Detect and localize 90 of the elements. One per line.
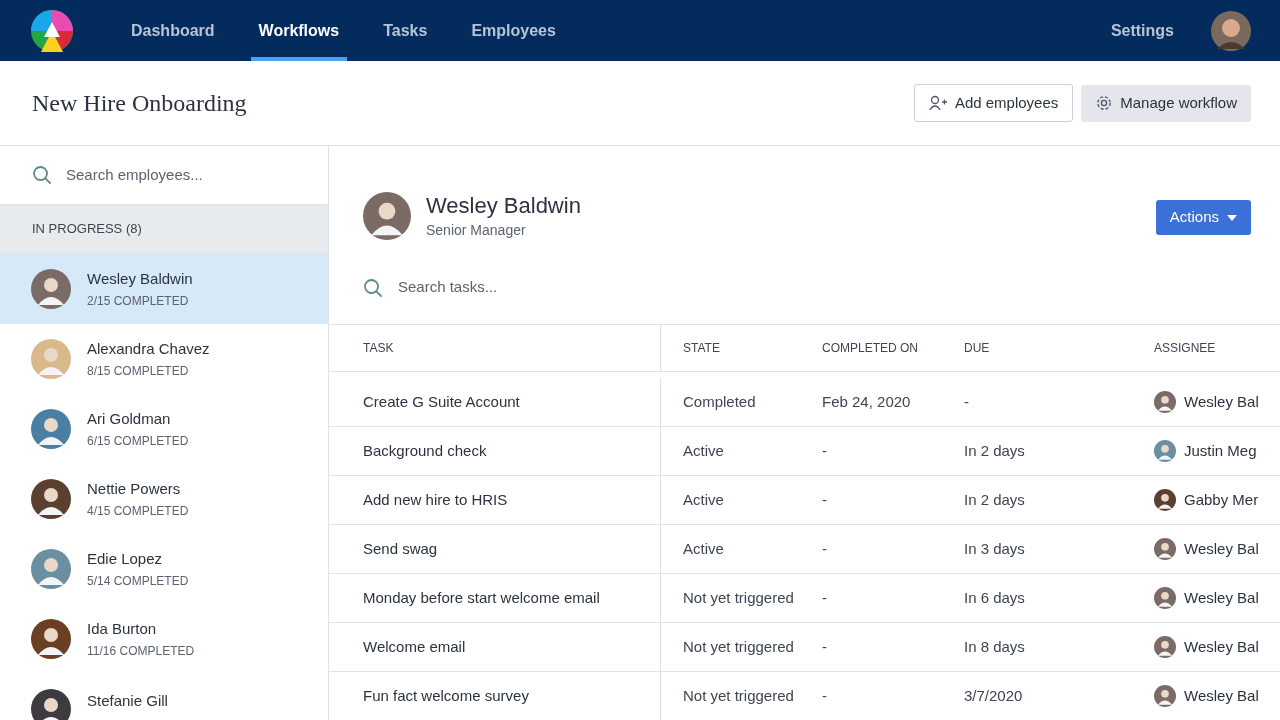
table-cell-text: Active (683, 440, 724, 461)
avatar-icon (1154, 587, 1176, 609)
progress-text: 5/14 COMPLETED (87, 573, 189, 591)
table-cell-text: Create G Suite Account (363, 391, 520, 412)
employee-name: Alexandra Chavez (87, 338, 210, 359)
employee-name: Wesley Baldwin (426, 192, 581, 220)
table-cell-text: Add new hire to HRIS (363, 489, 508, 510)
progress-text: 6/15 COMPLETED (87, 433, 189, 451)
assignee-name: Wesley Bal (1184, 685, 1259, 706)
avatar-icon (31, 479, 71, 519)
avatar-icon (1154, 685, 1176, 707)
avatar-icon (363, 192, 411, 240)
avatar-icon (1154, 440, 1176, 462)
column-header: TASK (363, 340, 394, 357)
table-cell-text: In 2 days (964, 489, 1025, 510)
manage-workflow-button[interactable]: Manage workflow (1081, 84, 1251, 122)
avatar-icon (31, 409, 71, 449)
employee-name: Wesley Baldwin (87, 268, 193, 289)
table-cell-text: Not yet triggered (683, 587, 794, 608)
table-cell-text: - (822, 489, 827, 510)
table-cell-text: - (822, 538, 827, 559)
employee-role: Senior Manager (426, 221, 527, 240)
settings-link[interactable]: Settings (1110, 18, 1174, 43)
avatar-icon (1154, 489, 1176, 511)
progress-text: 2/15 COMPLETED (87, 293, 190, 311)
assignee-name: Wesley Bal (1184, 538, 1259, 559)
table-cell-text: Monday before start welcome email (363, 587, 600, 608)
user-avatar-icon[interactable] (1211, 10, 1251, 51)
employee-name: Edie Lopez (87, 548, 164, 569)
employee-name: Stefanie Gill (87, 690, 168, 711)
avatar-icon (1154, 391, 1176, 413)
employee-name: Ari Goldman (87, 408, 172, 429)
search-icon (363, 277, 383, 298)
employee-search-field[interactable]: Search employees... (66, 163, 306, 187)
avatar-icon (1154, 636, 1176, 658)
progress-text: 8/15 COMPLETED (87, 363, 190, 381)
progress-text: 4/15 COMPLETED (87, 503, 189, 521)
table-cell-text: Not yet triggered (683, 636, 794, 657)
nav-tab[interactable]: Employees (463, 0, 564, 61)
avatar-icon (31, 689, 71, 720)
actions-button[interactable]: Actions (1155, 200, 1251, 235)
task-search-field[interactable]: Search tasks... (398, 276, 698, 299)
assignee-name: Wesley Bal (1184, 391, 1259, 412)
avatar-icon (31, 549, 71, 589)
page-title: New Hire Onboarding (32, 89, 247, 118)
avatar-icon (31, 269, 71, 309)
table-cell-text: Not yet triggered (683, 685, 794, 706)
table-cell-text: In 3 days (964, 538, 1025, 559)
avatar-icon (1154, 538, 1176, 560)
table-cell-text: Feb 24, 2020 (822, 391, 911, 412)
column-header: ASSIGNEE (1154, 340, 1216, 357)
table-cell-text: Active (683, 489, 724, 510)
nav-tab[interactable]: Dashboard (123, 0, 223, 61)
employee-name: Nettie Powers (87, 478, 182, 499)
avatar-icon (31, 339, 71, 379)
table-cell-text: - (964, 391, 969, 412)
group-heading: IN PROGRESS (8) (32, 220, 142, 239)
table-cell-text: - (822, 636, 827, 657)
logo-icon[interactable] (31, 9, 73, 52)
progress-text: 11/16 COMPLETED (87, 643, 195, 661)
table-cell-text: Active (683, 538, 724, 559)
nav-tab[interactable]: Tasks (375, 0, 436, 61)
assignee-name: Justin Meg (1184, 440, 1257, 461)
table-cell-text: - (822, 587, 827, 608)
assignee-name: Wesley Bal (1184, 587, 1259, 608)
column-header: DUE (964, 340, 990, 357)
table-cell-text: Completed (683, 391, 756, 412)
avatar-icon (31, 619, 71, 659)
gear-icon (1095, 94, 1114, 112)
table-cell-text: 3/7/2020 (964, 685, 1023, 706)
search-icon (32, 165, 52, 185)
table-cell-text: Welcome email (363, 636, 466, 657)
employee-list-item[interactable]: Wesley Baldwin 2/15 COMPLETED (0, 254, 328, 324)
nav-tab[interactable]: Workflows (250, 0, 348, 61)
table-cell-text: Fun fact welcome survey (363, 685, 529, 706)
table-cell-text: Background check (363, 440, 487, 461)
add-employees-button[interactable]: Add employees (913, 84, 1074, 122)
assignee-name: Wesley Bal (1184, 636, 1259, 657)
table-cell-text: - (822, 685, 827, 706)
table-cell-text: - (822, 440, 827, 461)
column-header: COMPLETED ON (822, 340, 918, 357)
caret-icon (1227, 214, 1237, 221)
assignee-name: Gabby Mer (1184, 489, 1259, 510)
column-header: STATE (683, 340, 720, 357)
employee-name: Ida Burton (87, 618, 158, 639)
table-cell-text: In 2 days (964, 440, 1025, 461)
table-cell-text: Send swag (363, 538, 438, 559)
table-cell-text: In 6 days (964, 587, 1025, 608)
table-cell-text: In 8 days (964, 636, 1025, 657)
add-person-icon (928, 95, 949, 111)
